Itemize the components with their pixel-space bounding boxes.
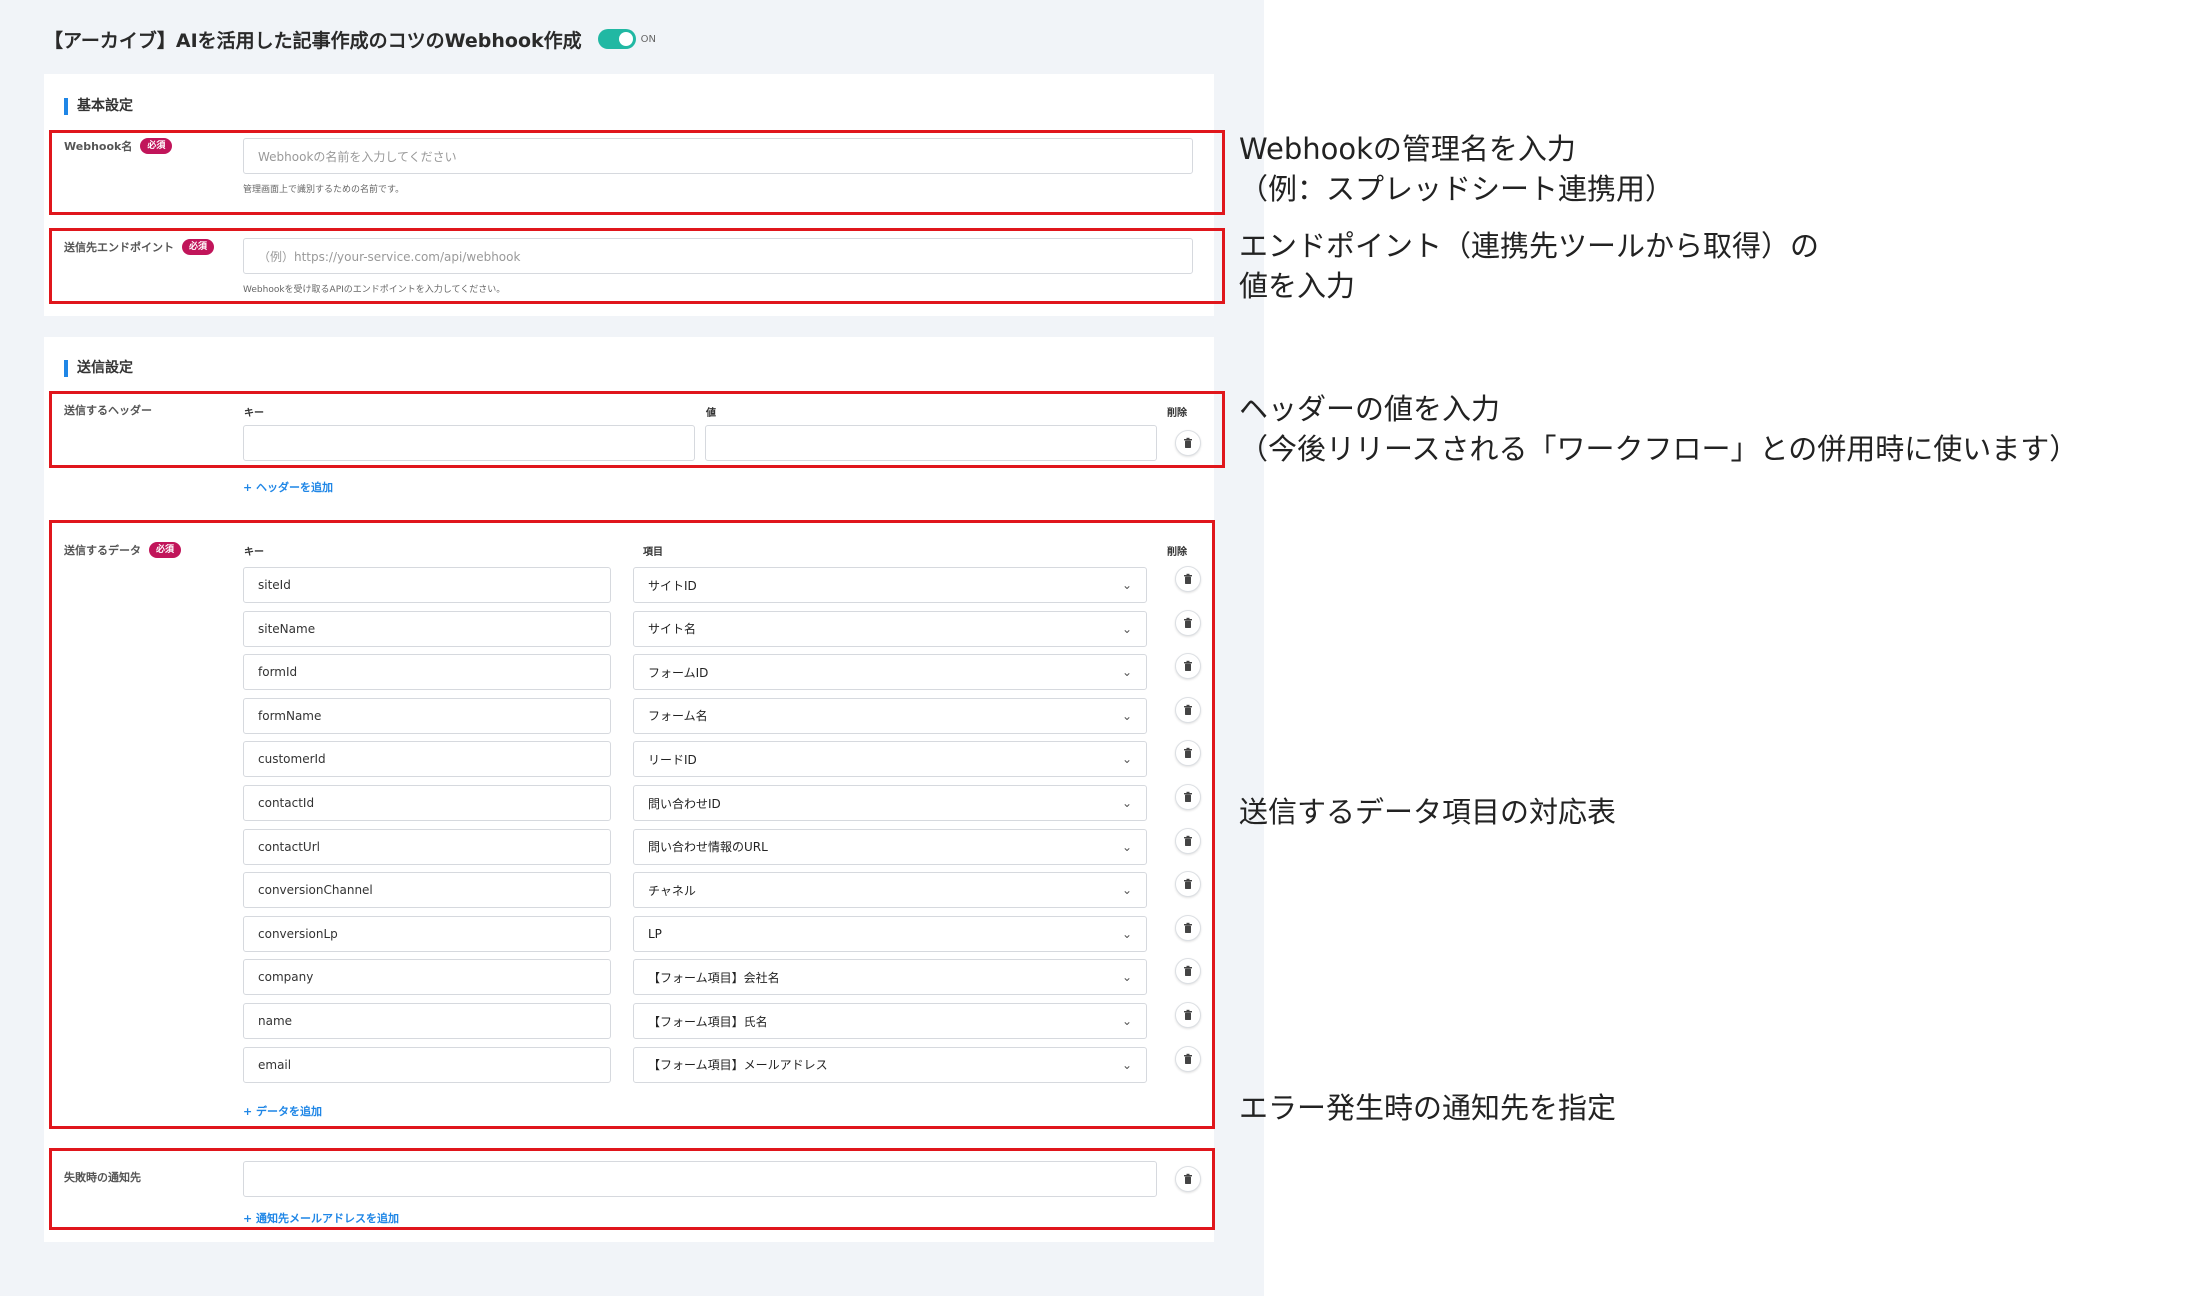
annotation-endpoint: エンドポイント（連携先ツールから取得）の 値を入力	[1239, 226, 1819, 306]
section-title-send: 送信設定	[64, 360, 133, 377]
annotation-headers-line2: （今後リリースされる「ワークフロー」との併用時に使います）	[1239, 432, 2079, 466]
add-header-link[interactable]: + ヘッダーを追加	[243, 479, 333, 495]
highlight-failure-notify	[49, 1148, 1215, 1230]
annotation-webhook-name: Webhookの管理名を入力 （例：スプレッドシート連携用）	[1239, 129, 1674, 209]
annotation-data-table: 送信するデータ項目の対応表	[1239, 795, 1617, 829]
highlight-headers	[49, 391, 1225, 468]
annotation-endpoint-line2: 値を入力	[1239, 269, 1356, 303]
annotation-endpoint-line1: エンドポイント（連携先ツールから取得）の	[1239, 229, 1820, 263]
highlight-data-table	[49, 520, 1215, 1129]
annotation-webhook-name-line2: （例：スプレッドシート連携用）	[1239, 172, 1675, 206]
annotation-webhook-name-line1: Webhookの管理名を入力	[1239, 132, 1576, 166]
annotation-headers-line1: ヘッダーの値を入力	[1239, 392, 1501, 426]
highlight-endpoint	[49, 228, 1225, 304]
page-header: 【アーカイブ】AIを活用した記事作成のコツのWebhook作成 ON	[44, 24, 656, 54]
toggle-label: ON	[640, 33, 657, 45]
annotation-failure-notify: エラー発生時の通知先を指定	[1239, 1091, 1617, 1125]
section-title-basic: 基本設定	[64, 98, 133, 115]
page-title: 【アーカイブ】AIを活用した記事作成のコツのWebhook作成	[44, 29, 582, 52]
highlight-webhook-name	[49, 130, 1225, 215]
active-toggle[interactable]	[597, 29, 636, 49]
annotation-headers: ヘッダーの値を入力 （今後リリースされる「ワークフロー」との併用時に使います）	[1239, 389, 2078, 469]
